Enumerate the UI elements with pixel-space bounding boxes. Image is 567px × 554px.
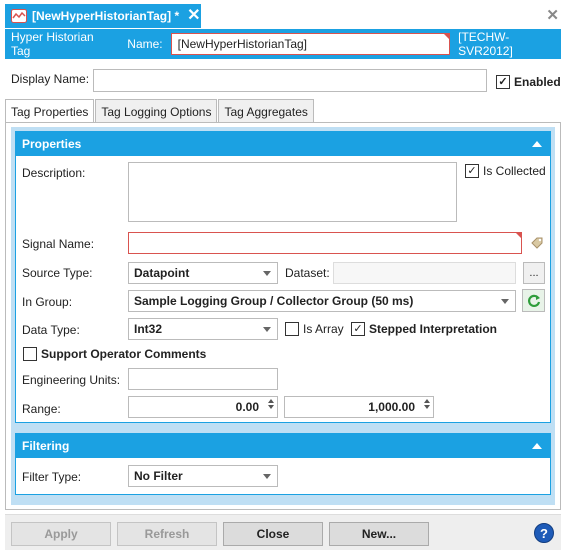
is-collected-check-box[interactable]: ✓ (465, 164, 479, 178)
enabled-checkbox[interactable]: ✓ Enabled (496, 75, 561, 89)
tab-tag-logging-options[interactable]: Tag Logging Options (95, 99, 218, 123)
tag-browse-icon[interactable] (529, 235, 545, 251)
source-type-label: Source Type: (22, 266, 93, 280)
in-group-value: Sample Logging Group / Collector Group (… (134, 294, 414, 308)
range-high-value: 1,000.00 (368, 400, 415, 414)
filtering-title: Filtering (22, 439, 70, 453)
new-button[interactable]: New... (329, 522, 429, 546)
document-tab-title: [NewHyperHistorianTag] * (32, 9, 180, 23)
document-tab[interactable]: [NewHyperHistorianTag] * ✕ (5, 4, 201, 28)
eng-units-input[interactable] (128, 368, 278, 390)
display-name-label: Display Name: (11, 72, 90, 86)
refresh-group-button[interactable] (522, 289, 545, 312)
tab-content-area: Properties Description: ✓ Is Collected S… (11, 127, 555, 505)
tag-name-input[interactable]: [NewHyperHistorianTag] (170, 33, 451, 55)
properties-header[interactable]: Properties (16, 132, 550, 156)
refresh-button[interactable]: Refresh (117, 522, 217, 546)
tag-name-value: [NewHyperHistorianTag] (177, 37, 308, 51)
description-input[interactable] (128, 162, 457, 222)
name-label: Name: (127, 37, 163, 51)
tag-type-label: Hyper Historian Tag (11, 30, 94, 58)
error-corner (444, 34, 450, 39)
is-collected-label: Is Collected (483, 164, 546, 178)
dataset-label: Dataset: (285, 266, 330, 280)
spinner-icon[interactable] (424, 399, 430, 409)
collapse-icon[interactable] (532, 443, 542, 449)
source-type-select[interactable]: Datapoint (128, 262, 278, 284)
filtering-header[interactable]: Filtering (16, 434, 550, 458)
display-name-input[interactable] (93, 69, 487, 92)
range-high-input[interactable]: 1,000.00 (284, 396, 434, 418)
server-label: [TECHW-SVR2012] (458, 30, 513, 58)
data-type-label: Data Type: (22, 323, 80, 337)
dataset-browse-button[interactable]: ... (523, 262, 545, 284)
is-array-check-box[interactable] (285, 322, 299, 336)
enabled-check-box[interactable]: ✓ (496, 75, 510, 89)
support-comments-check-box[interactable] (23, 347, 37, 361)
collapse-icon[interactable] (532, 141, 542, 147)
chevron-down-icon (263, 327, 271, 332)
signal-name-label: Signal Name: (22, 237, 95, 251)
range-low-input[interactable]: 0.00 (128, 396, 278, 418)
apply-button[interactable]: Apply (11, 522, 111, 546)
spinner-icon[interactable] (268, 399, 274, 409)
close-icon[interactable]: ✕ (187, 8, 200, 24)
filtering-section: Filtering Filter Type: No Filter (15, 433, 551, 495)
chevron-down-icon (263, 474, 271, 479)
dataset-input[interactable] (333, 262, 516, 284)
tag-icon (11, 9, 27, 23)
header-bar: Hyper Historian Tag Name: [NewHyperHisto… (5, 29, 561, 59)
tab-strip: Tag Properties Tag Logging Options Tag A… (5, 99, 315, 124)
filter-type-label: Filter Type: (22, 470, 82, 484)
source-type-value: Datapoint (134, 266, 190, 280)
range-label: Range: (22, 402, 61, 416)
properties-title: Properties (22, 137, 82, 151)
range-low-value: 0.00 (235, 400, 259, 414)
properties-section: Properties Description: ✓ Is Collected S… (15, 131, 551, 423)
stepped-label: Stepped Interpretation (369, 322, 498, 336)
signal-name-input[interactable] (128, 232, 522, 254)
is-array-label: Is Array (303, 322, 344, 336)
help-icon[interactable]: ? (534, 523, 554, 543)
in-group-label: In Group: (22, 295, 73, 309)
is-array-checkbox[interactable]: Is Array (285, 322, 344, 336)
error-corner (516, 233, 521, 238)
close-button[interactable]: Close (223, 522, 323, 546)
data-type-value: Int32 (134, 322, 163, 336)
chevron-down-icon (501, 299, 509, 304)
data-type-select[interactable]: Int32 (128, 318, 278, 340)
refresh-icon (527, 294, 540, 307)
filter-type-value: No Filter (134, 469, 183, 483)
chevron-down-icon (263, 271, 271, 276)
description-label: Description: (22, 166, 86, 180)
eng-units-label: Engineering Units: (22, 373, 121, 387)
tab-tag-aggregates[interactable]: Tag Aggregates (218, 99, 314, 123)
is-collected-checkbox[interactable]: ✓ Is Collected (465, 164, 546, 178)
in-group-select[interactable]: Sample Logging Group / Collector Group (… (128, 290, 516, 312)
window-close-icon[interactable]: ✕ (546, 6, 559, 24)
enabled-label: Enabled (514, 75, 561, 89)
support-comments-label: Support Operator Comments (41, 347, 207, 361)
support-comments-checkbox[interactable]: Support Operator Comments (23, 347, 206, 361)
tab-tag-properties[interactable]: Tag Properties (5, 99, 95, 124)
stepped-interpretation-checkbox[interactable]: ✓ Stepped Interpretation (351, 322, 497, 336)
filter-type-select[interactable]: No Filter (128, 465, 278, 487)
stepped-check-box[interactable]: ✓ (351, 322, 365, 336)
